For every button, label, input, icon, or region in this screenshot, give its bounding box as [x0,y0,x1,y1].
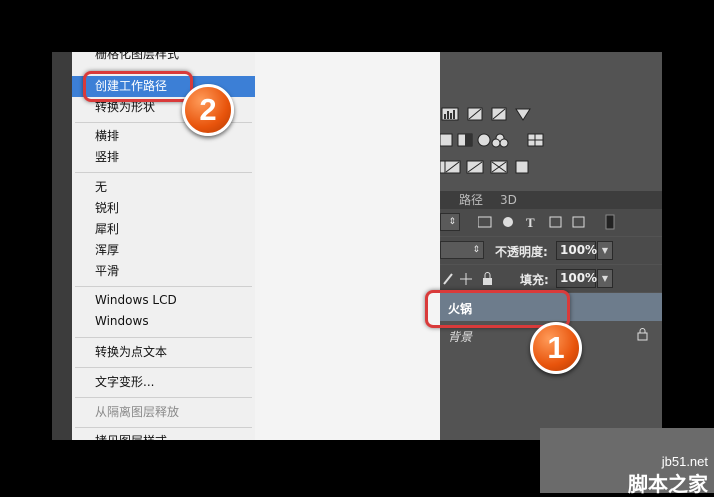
shape-filter-icon[interactable] [549,216,562,228]
fill-input[interactable]: 100% [556,269,597,288]
layer-filter-row: ⇕ T [440,209,662,236]
menu-separator [75,337,252,338]
chevron-updown-icon: ⇕ [472,245,480,255]
menu-item-horizontal[interactable]: 横排 [72,126,255,147]
opacity-dropdown-arrow[interactable]: ▼ [597,241,613,260]
menu-item-copy-layer-style[interactable]: 拷贝图层样式 [72,431,255,440]
menu-item-rasterize-layer-style[interactable]: 栅格化图层样式 [72,52,255,65]
kind-filter-dropdown[interactable]: ⇕ [440,213,460,231]
image-filter-icon[interactable] [478,216,492,228]
menu-separator [75,367,252,368]
fill-dropdown-arrow[interactable]: ▼ [597,269,613,288]
adjustments-row-3 [439,159,540,175]
menu-item-windows[interactable]: Windows [72,311,255,332]
lock-all-icon[interactable] [483,272,492,286]
lock-icons [443,272,492,286]
watermark-domain: jb51.net [661,454,708,469]
menu-item-aa-crisp[interactable]: 犀利 [72,219,255,240]
opacity-input[interactable]: 100% [556,241,597,260]
color-balance-icon[interactable] [439,132,550,148]
blend-mode-dropdown[interactable]: ⇕ [440,241,484,259]
menu-item-release-from-isolation: 从隔离图层释放 [95,405,180,419]
menu-separator [75,172,252,173]
adjustment-filter-icon[interactable] [503,217,513,227]
adjustments-row-2 [439,132,550,148]
filter-icons: T [478,214,615,230]
menu-item-windows-lcd[interactable]: Windows LCD [72,290,255,311]
smart-object-filter-icon[interactable] [572,216,585,228]
menu-item-aa-none[interactable]: 无 [72,177,255,198]
filter-toggle-icon[interactable] [605,214,615,230]
lock-pixels-icon[interactable] [443,273,453,285]
menu-item-aa-sharp[interactable]: 锐利 [72,198,255,219]
tools-strip [52,52,72,440]
opacity-label: 不透明度: [495,245,548,259]
panel-tabs: 路径 3D [440,191,662,210]
menu-separator [75,427,252,428]
tab-3d[interactable]: 3D [500,191,517,209]
tab-paths[interactable]: 路径 [459,191,483,209]
levels-icon[interactable] [440,106,540,122]
layer-name: 背景 [448,330,473,344]
lock-icon [637,328,648,341]
menu-item-vertical[interactable]: 竖排 [72,147,255,168]
gradient-map-icon[interactable] [439,159,540,175]
menu-item-aa-strong[interactable]: 浑厚 [72,240,255,261]
lock-position-icon[interactable] [460,273,472,285]
callout-create-work-path [83,71,193,102]
menu-item-aa-smooth[interactable]: 平滑 [72,261,255,282]
step-badge-1: 1 [530,322,582,374]
text-filter-icon[interactable]: T [526,215,535,230]
menu-separator [75,397,252,398]
blend-row: ⇕ 不透明度: 100% ▼ [440,237,662,264]
lock-fill-row: 填充: 100% ▼ [440,265,662,292]
menu-item-warp-text[interactable]: 文字变形... [72,372,255,393]
menu-blank-area [255,52,441,440]
chevron-updown-icon: ⇕ [448,217,456,227]
menu-separator [75,286,252,287]
adjustments-row-1 [440,106,540,122]
menu-item-convert-to-point-text[interactable]: 转换为点文本 [72,342,255,363]
fill-label: 填充: [520,273,549,287]
step-badge-2: 2 [182,84,234,136]
watermark-area: jb51.net 脚本之家 [540,428,714,496]
